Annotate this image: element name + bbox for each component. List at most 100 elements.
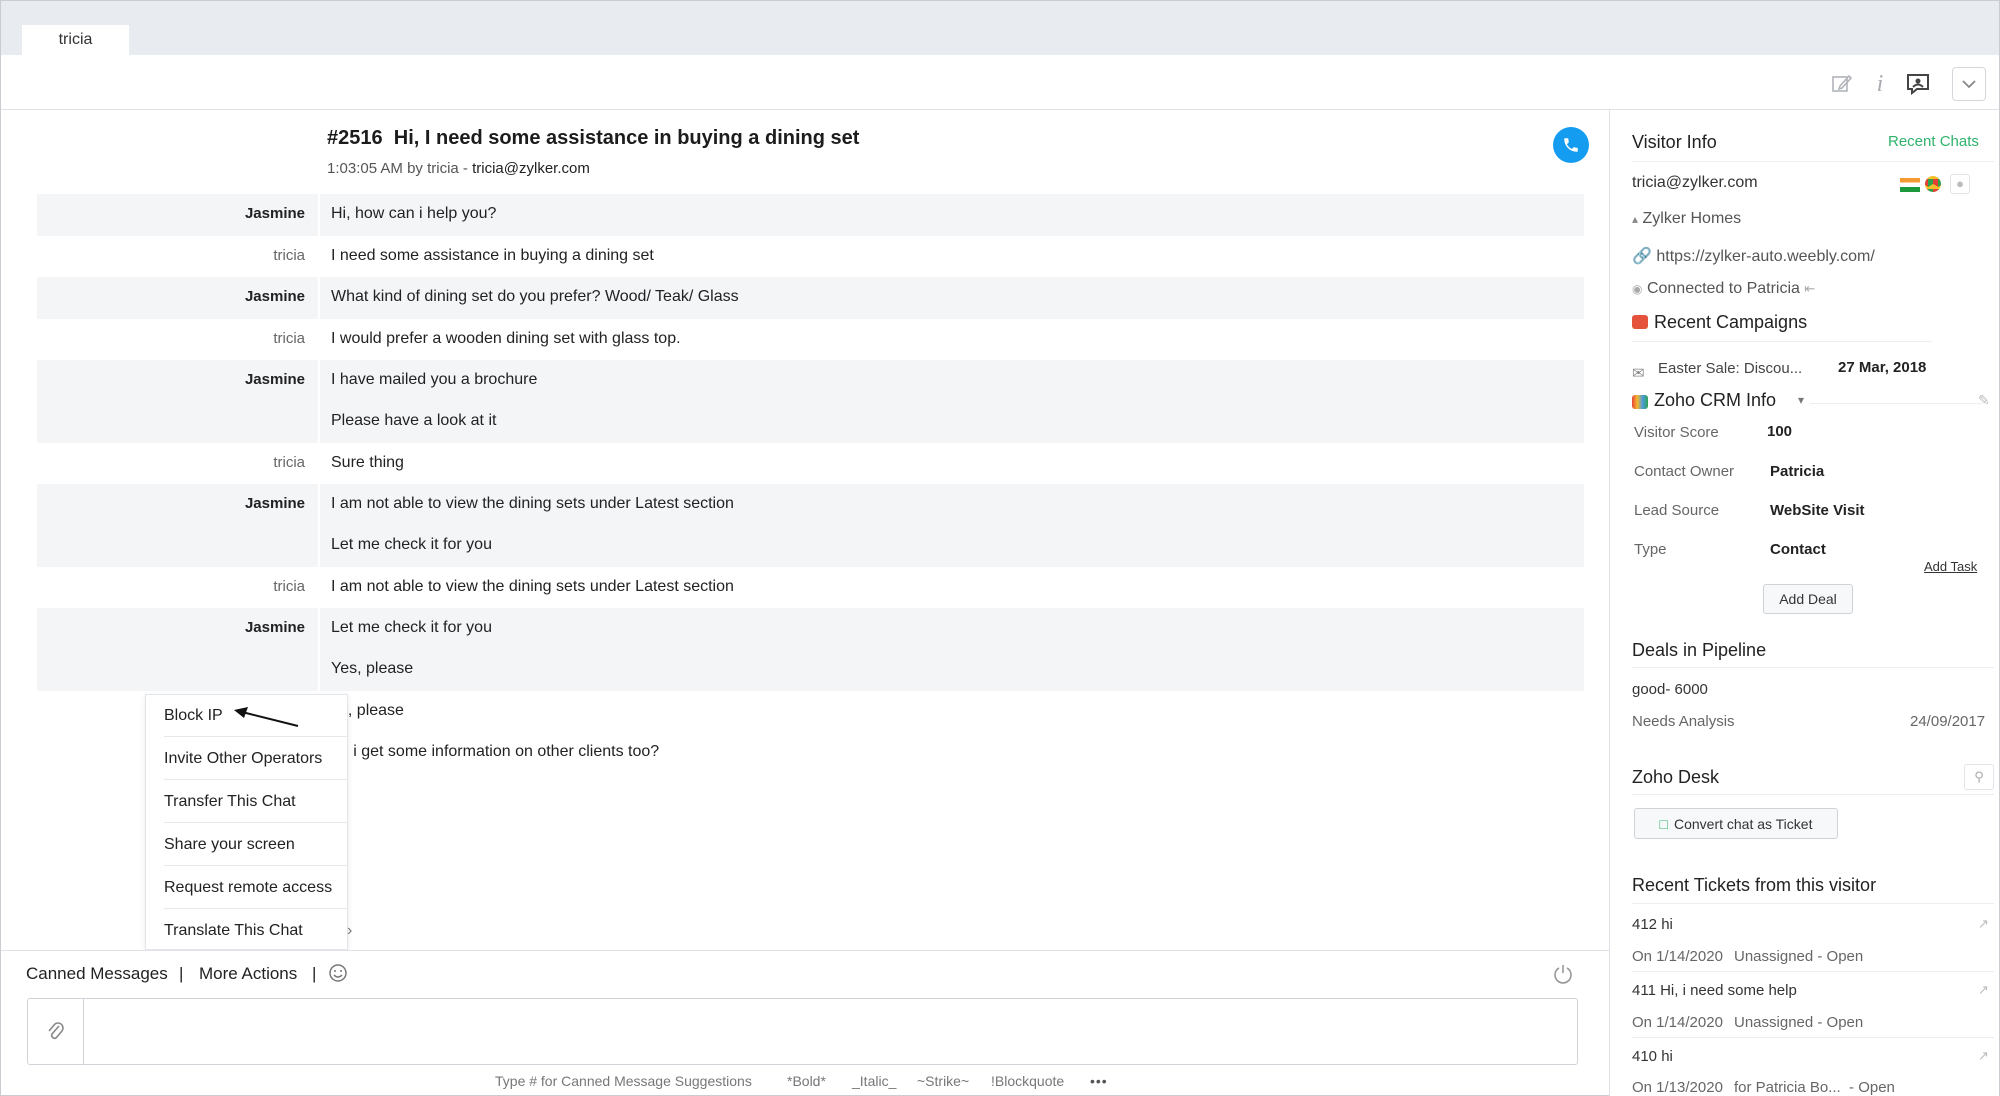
message-text: Let me check it for you bbox=[331, 619, 492, 636]
crm-value: Contact bbox=[1770, 541, 1826, 558]
search-icon[interactable]: ⚲ bbox=[1964, 764, 1994, 790]
message-text: I would prefer a wooden dining set with … bbox=[331, 330, 681, 347]
ticket-subject[interactable]: 410 hi bbox=[1632, 1048, 1673, 1065]
message-row: Jasmine What kind of dining set do you p… bbox=[37, 277, 1584, 319]
chat-dash: - bbox=[462, 160, 468, 177]
message-text: I have mailed you a brochure bbox=[331, 371, 538, 388]
more-options-icon[interactable]: ••• bbox=[1090, 1073, 1108, 1089]
add-deal-button[interactable]: Add Deal bbox=[1763, 584, 1853, 614]
visitor-url[interactable]: https://zylker-auto.weebly.com/ bbox=[1656, 248, 1874, 265]
open-ticket-icon[interactable]: ↗ bbox=[1978, 916, 1989, 932]
smiley-icon[interactable] bbox=[328, 963, 348, 988]
convert-ticket-button[interactable]: □ Convert chat as Ticket bbox=[1634, 808, 1838, 839]
deal-stage: Needs Analysis bbox=[1632, 713, 1735, 730]
sender-name: Jasmine bbox=[244, 495, 305, 512]
chevron-right-icon: › bbox=[347, 922, 353, 939]
recent-chats-link[interactable]: Recent Chats bbox=[1888, 133, 1979, 150]
zoho-desk-title: Zoho Desk bbox=[1632, 767, 1720, 787]
call-button[interactable] bbox=[1553, 127, 1589, 163]
ticket-date: On 1/14/2020 bbox=[1632, 948, 1723, 965]
paperclip-icon[interactable] bbox=[28, 999, 84, 1064]
crm-title[interactable]: Zoho CRM Info bbox=[1654, 390, 1776, 411]
phone-icon bbox=[1564, 138, 1578, 152]
campaign-name[interactable]: Easter Sale: Discou... bbox=[1658, 360, 1802, 377]
tab-tricia[interactable]: tricia bbox=[22, 25, 129, 56]
ticket-status: for Patricia Bo... - Open bbox=[1734, 1079, 1895, 1096]
deal-date: 24/09/2017 bbox=[1910, 713, 1986, 730]
hint-blockquote: !Blockquote bbox=[991, 1073, 1065, 1089]
ticket-subject[interactable]: 411 Hi, i need some help bbox=[1632, 982, 1797, 999]
chat-meta: 1:03:05 AM by tricia - tricia@zylker.com bbox=[327, 160, 590, 177]
chevron-down-icon[interactable]: ▾ bbox=[1798, 393, 1804, 407]
open-ticket-icon[interactable]: ↗ bbox=[1978, 1048, 1989, 1064]
menu-item-invite-operators[interactable]: Invite Other Operators bbox=[164, 750, 344, 768]
canned-messages-button[interactable]: Canned Messages bbox=[26, 964, 168, 984]
sender-name: Jasmine bbox=[244, 288, 305, 305]
crm-value: Patricia bbox=[1770, 463, 1825, 480]
chat-visitor: tricia bbox=[427, 160, 459, 177]
operator-icon: ◉ bbox=[1632, 282, 1643, 296]
crm-value: 100 bbox=[1767, 423, 1793, 440]
convert-ticket-label: Convert chat as Ticket bbox=[1673, 815, 1813, 832]
crm-label: Visitor Score bbox=[1634, 424, 1719, 441]
ticket-date: On 1/13/2020 bbox=[1632, 1079, 1723, 1096]
menu-item-transfer-chat[interactable]: Transfer This Chat bbox=[164, 793, 344, 811]
chat-by: by bbox=[407, 160, 423, 177]
ticket-subject[interactable]: 412 hi bbox=[1632, 916, 1673, 933]
message-row: Jasmine I am not able to view the dining… bbox=[37, 484, 1584, 567]
recent-tickets-title: Recent Tickets from this visitor bbox=[1632, 875, 1877, 895]
message-text: I need some assistance in buying a dinin… bbox=[331, 247, 654, 264]
message-input[interactable] bbox=[27, 998, 1578, 1065]
message-row: tricia I am not able to view the dining … bbox=[37, 567, 1584, 608]
url-row: 🔗 https://zylker-auto.weebly.com/ bbox=[1632, 246, 1875, 266]
exit-icon[interactable]: ⇤ bbox=[1804, 281, 1815, 296]
visitor-info-title: Visitor Info bbox=[1632, 132, 1717, 152]
chrome-icon bbox=[1925, 176, 1941, 192]
message-text: Sure thing bbox=[331, 454, 404, 471]
deals-title: Deals in Pipeline bbox=[1632, 640, 1767, 660]
message-text: Yes, please bbox=[331, 660, 414, 677]
chat-id: #2516 bbox=[327, 127, 383, 149]
ticket-icon: □ bbox=[1659, 815, 1668, 832]
zoho-crm-icon bbox=[1632, 395, 1648, 409]
arrow-pointer-icon bbox=[234, 707, 299, 727]
message-row: tricia Sure thing bbox=[37, 443, 1584, 484]
more-actions-menu: Block IP Invite Other Operators Transfer… bbox=[145, 694, 352, 950]
crm-label: Type bbox=[1634, 541, 1667, 558]
message-text: Let me check it for you bbox=[331, 536, 492, 553]
menu-item-share-screen[interactable]: Share your screen bbox=[164, 836, 344, 854]
more-actions-button[interactable]: More Actions bbox=[199, 964, 297, 984]
edit-icon[interactable]: ✎ bbox=[1978, 392, 1990, 409]
campaign-date: 27 Mar, 2018 bbox=[1838, 359, 1927, 376]
deal-name[interactable]: good- 6000 bbox=[1632, 681, 1708, 698]
menu-item-translate-chat[interactable]: Translate This Chat › bbox=[164, 922, 352, 940]
message-text: I am not able to view the dining sets un… bbox=[331, 578, 734, 595]
separator: | bbox=[179, 964, 184, 983]
power-icon[interactable] bbox=[1552, 963, 1574, 990]
message-text: I am not able to view the dining sets un… bbox=[331, 495, 734, 512]
open-ticket-icon[interactable]: ↗ bbox=[1978, 982, 1989, 998]
chevron-down-icon[interactable] bbox=[1952, 67, 1986, 101]
ticket-date: On 1/14/2020 bbox=[1632, 1014, 1723, 1031]
ticket-status: Unassigned - Open bbox=[1734, 948, 1864, 965]
add-task-link[interactable]: Add Task bbox=[1924, 559, 1977, 574]
info-icon[interactable]: i bbox=[1865, 69, 1895, 99]
sender-name: tricia bbox=[273, 247, 305, 264]
chat-subject: Hi, I need some assistance in buying a d… bbox=[393, 127, 860, 149]
menu-item-remote-access[interactable]: Request remote access bbox=[164, 879, 344, 897]
message-row: Jasmine Let me check it for you Yes, ple… bbox=[37, 608, 1584, 691]
sender-name: Jasmine bbox=[244, 205, 305, 222]
chat-title: #2516 Hi, I need some assistance in buyi… bbox=[327, 127, 859, 150]
ticket-status: Unassigned - Open bbox=[1734, 1014, 1864, 1031]
message-text: Hi, how can i help you? bbox=[331, 205, 497, 222]
message-text: What kind of dining set do you prefer? W… bbox=[331, 288, 739, 305]
tab-bar: tricia bbox=[1, 1, 1999, 56]
sender-name: tricia bbox=[273, 330, 305, 347]
message-text: Please have a look at it bbox=[331, 412, 497, 429]
chat-bubble-icon[interactable] bbox=[1903, 69, 1933, 99]
org-icon: ▴ bbox=[1632, 212, 1639, 226]
separator: | bbox=[312, 964, 317, 983]
link-icon: 🔗 bbox=[1632, 248, 1652, 265]
edit-icon[interactable] bbox=[1827, 69, 1857, 99]
menu-item-label: Translate This Chat bbox=[164, 922, 303, 939]
